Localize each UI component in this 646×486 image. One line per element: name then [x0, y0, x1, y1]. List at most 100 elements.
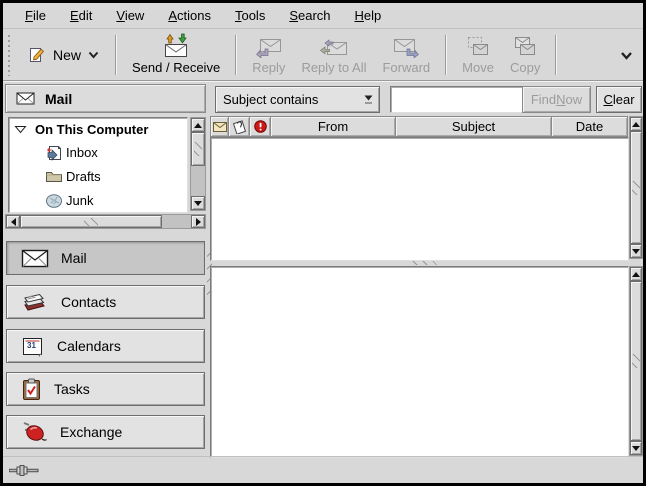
- folder-pane-title: Mail: [45, 91, 72, 107]
- toolbar-drag-handle[interactable]: [7, 34, 13, 76]
- column-from[interactable]: From: [270, 116, 396, 137]
- find-now-button: Find Now: [522, 86, 591, 113]
- forward-icon: [392, 38, 420, 58]
- scrollbar-thumb[interactable]: [191, 132, 205, 166]
- switcher-tasks-button[interactable]: Tasks: [6, 372, 205, 406]
- reply-to-all-button: Reply to All: [293, 33, 374, 77]
- column-message-status[interactable]: [210, 116, 229, 137]
- message-list-body[interactable]: [210, 137, 629, 261]
- preview-vertical-scrollbar[interactable]: [629, 266, 643, 456]
- search-bar: Subject contains Find Now Clear: [210, 82, 643, 116]
- message-list: From Subject Date: [210, 116, 643, 259]
- switcher-calendars-button[interactable]: 31 Calendars: [6, 329, 205, 363]
- menu-view[interactable]: View: [106, 5, 154, 26]
- reply-button: Reply: [244, 33, 293, 77]
- search-input[interactable]: [390, 86, 529, 113]
- preview-pane-body[interactable]: [210, 266, 629, 458]
- calendar-icon: 31: [21, 336, 45, 357]
- scroll-right-arrow[interactable]: [191, 215, 205, 228]
- scroll-up-arrow[interactable]: [191, 118, 205, 132]
- scrollbar-thumb[interactable]: [630, 131, 642, 244]
- tree-item-drafts[interactable]: Drafts: [9, 164, 187, 188]
- mail-icon: [21, 249, 49, 268]
- toolbar-separator: [445, 35, 447, 75]
- switcher-contacts-button[interactable]: Contacts: [6, 285, 205, 319]
- thumb-grip: [632, 354, 640, 368]
- folder-icon: [45, 169, 63, 183]
- preview-pane: [210, 266, 643, 456]
- attachment-icon: [232, 120, 247, 134]
- folder-tree-horizontal-scrollbar[interactable]: [5, 214, 206, 229]
- scroll-up-arrow[interactable]: [630, 117, 642, 131]
- tree-item-on-this-computer[interactable]: On This Computer: [9, 118, 187, 140]
- message-list-vertical-scrollbar[interactable]: [629, 116, 643, 259]
- mail-view: Subject contains Find Now Clear: [210, 82, 643, 456]
- copy-icon: [512, 36, 538, 58]
- scroll-down-arrow[interactable]: [630, 244, 642, 258]
- scrollbar-thumb[interactable]: [20, 215, 162, 228]
- switcher-exchange-button[interactable]: Exchange: [6, 415, 205, 449]
- toolbar-separator: [115, 35, 117, 75]
- scrollbar-track[interactable]: [191, 132, 205, 196]
- compose-new-icon: [28, 46, 46, 64]
- menu-search[interactable]: Search: [279, 5, 340, 26]
- move-icon: [465, 36, 491, 58]
- preview-pane-splitter[interactable]: [210, 260, 643, 265]
- folder-tree[interactable]: On This Computer Inbox Drafts: [8, 117, 188, 213]
- menu-actions[interactable]: Actions: [158, 5, 221, 26]
- calendar-day-text: 31: [27, 341, 36, 350]
- scroll-up-arrow[interactable]: [630, 267, 642, 281]
- menu-edit[interactable]: Edit: [60, 5, 102, 26]
- forward-button: Forward: [374, 33, 438, 77]
- tree-item-junk[interactable]: Junk: [9, 188, 187, 212]
- scrollbar-track[interactable]: [20, 215, 191, 228]
- scrollbar-track[interactable]: [630, 131, 642, 244]
- search-filter-dropdown[interactable]: Subject contains: [215, 86, 380, 113]
- tree-item-inbox[interactable]: Inbox: [9, 140, 187, 164]
- scrollbar-thumb[interactable]: [630, 281, 642, 441]
- scroll-down-arrow[interactable]: [191, 196, 205, 210]
- priority-icon: [254, 120, 267, 133]
- send-receive-icon: [162, 33, 190, 58]
- splitter-grip: [412, 261, 442, 265]
- toolbar-overflow-chevron-icon[interactable]: [620, 51, 633, 60]
- dropdown-arrow-icon: [357, 95, 379, 104]
- column-attachment[interactable]: [228, 116, 250, 137]
- move-button: Move: [454, 33, 502, 77]
- menu-help[interactable]: Help: [345, 5, 392, 26]
- toolbar-separator: [235, 35, 237, 75]
- thumb-grip: [194, 142, 202, 156]
- folder-tree-vertical-scrollbar[interactable]: [190, 117, 206, 211]
- column-subject[interactable]: Subject: [395, 116, 552, 137]
- scrollbar-track[interactable]: [630, 281, 642, 441]
- menubar: File Edit View Actions Tools Search Help: [3, 3, 643, 29]
- chevron-down-icon: [88, 51, 99, 59]
- offline-connector-icon[interactable]: [9, 464, 41, 477]
- expander-triangle-icon[interactable]: [14, 125, 27, 134]
- contacts-icon: [21, 291, 49, 313]
- toolbar: New Send / Receive: [3, 30, 643, 81]
- column-date[interactable]: Date: [551, 116, 628, 137]
- message-list-headers: From Subject Date: [210, 116, 627, 137]
- menu-tools[interactable]: Tools: [225, 5, 275, 26]
- send-receive-button[interactable]: Send / Receive: [124, 33, 228, 77]
- folder-pane-header: Mail: [5, 84, 206, 113]
- switcher-mail-button[interactable]: Mail: [6, 241, 205, 275]
- sidebar: Mail On This Computer Inbox: [3, 82, 208, 456]
- copy-button: Copy: [502, 33, 548, 77]
- envelope-icon: [16, 92, 35, 105]
- thumb-grip: [84, 218, 98, 226]
- message-status-icon: [213, 122, 227, 132]
- column-priority[interactable]: [249, 116, 271, 137]
- exchange-icon: [21, 421, 48, 444]
- reply-icon: [255, 38, 283, 58]
- tasks-icon: [21, 378, 42, 401]
- evolution-window: File Edit View Actions Tools Search Help…: [3, 3, 643, 483]
- statusbar: [3, 456, 643, 483]
- toolbar-separator: [555, 35, 557, 75]
- new-button[interactable]: New: [19, 40, 108, 70]
- scroll-down-arrow[interactable]: [630, 441, 642, 455]
- clear-button[interactable]: Clear: [596, 86, 642, 113]
- scroll-left-arrow[interactable]: [6, 215, 20, 228]
- menu-file[interactable]: File: [15, 5, 56, 26]
